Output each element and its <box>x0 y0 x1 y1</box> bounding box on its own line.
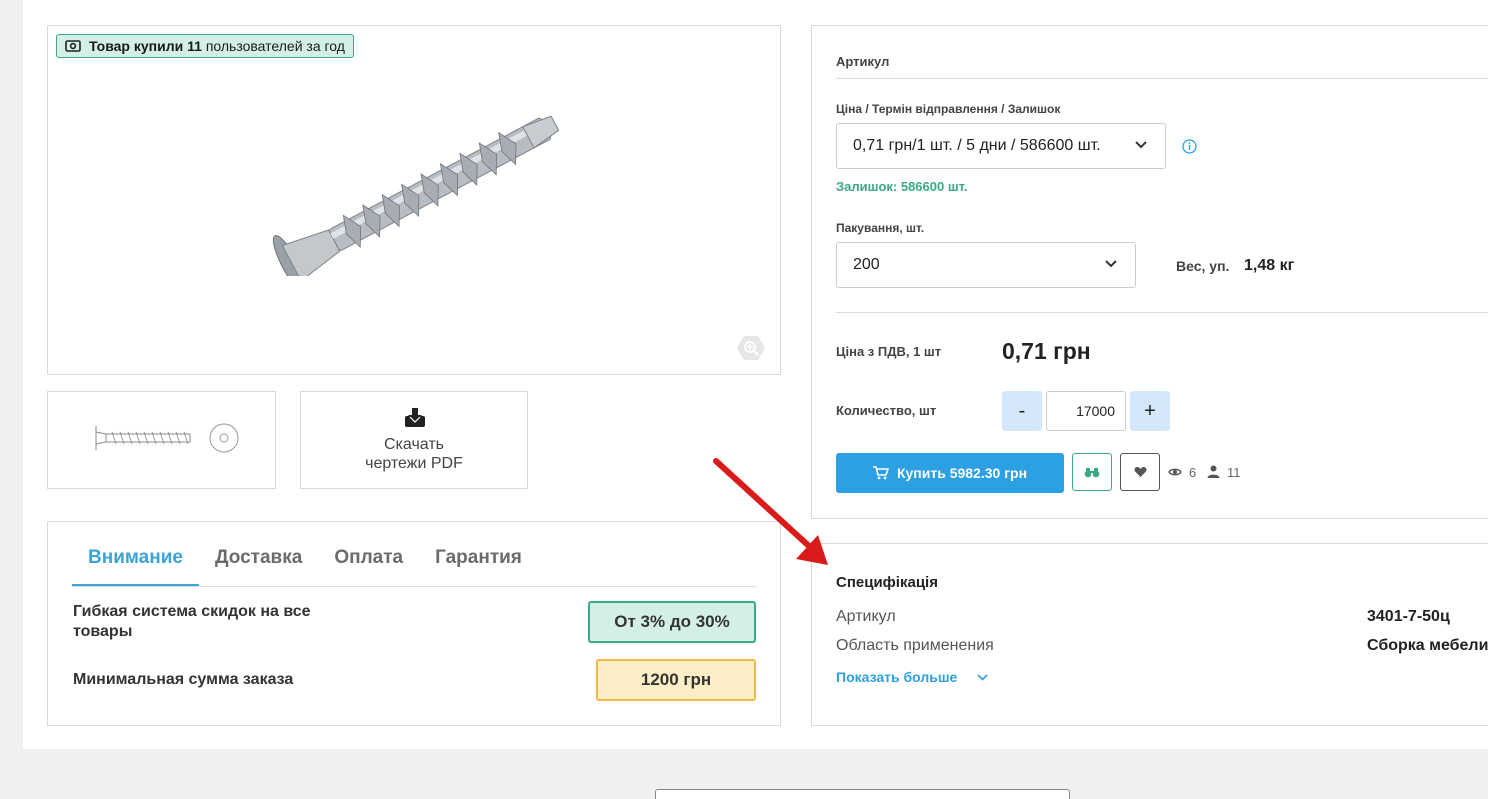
price-select[interactable]: 0,71 грн/1 шт. / 5 дни / 586600 шт. <box>836 123 1166 169</box>
specification-panel: Специфікація Артикул 3401-7-50ц Область … <box>811 543 1488 726</box>
screw-drawing-icon <box>95 423 239 453</box>
chevron-down-icon <box>1105 260 1117 268</box>
quantity-decrease-button[interactable]: - <box>1002 391 1042 431</box>
cart-icon <box>872 466 889 480</box>
article-title: Артикул <box>836 54 890 69</box>
min-order-label: Минимальная сумма заказа <box>73 671 294 688</box>
tab-attention[interactable]: Внимание <box>72 546 199 586</box>
pdf-line-2: чертежи PDF <box>365 455 463 472</box>
chevron-down-icon <box>1135 141 1147 149</box>
buyers-count: 11 <box>1227 465 1241 480</box>
divider <box>836 78 1488 79</box>
purchased-badge: Товар купили 11 пользователей за год <box>56 34 354 58</box>
pack-select[interactable]: 200 <box>836 242 1136 288</box>
min-order-value: 1200 грн <box>596 659 756 701</box>
tab-warranty[interactable]: Гарантия <box>419 546 538 586</box>
footer-box-edge <box>655 789 1070 799</box>
binoculars-icon <box>1084 468 1100 478</box>
weight-label: Вес, уп. <box>1176 258 1230 274</box>
spec-key: Область применения <box>836 637 994 654</box>
product-image-box: Товар купили 11 пользователей за год <box>47 25 781 375</box>
quantity-input[interactable]: 17000 <box>1046 391 1126 431</box>
quantity-increase-button[interactable]: + <box>1130 391 1170 431</box>
badge-prefix: Товар купили <box>89 38 184 54</box>
product-screw-image[interactable] <box>253 116 583 276</box>
info-tabs: Внимание Доставка Оплата Гарантия <box>72 546 756 587</box>
spec-value: Сборка мебели <box>1367 637 1488 654</box>
price-value: 0,71 грн <box>1002 338 1091 364</box>
discount-label: Гибкая система скидок на все товары <box>73 603 311 640</box>
buy-button-label: Купить 5982.30 грн <box>896 465 1028 481</box>
views-count: 6 <box>1189 465 1197 480</box>
purchase-panel: Артикул Ціна / Термін відправлення / Зал… <box>811 25 1488 519</box>
badge-count: 11 <box>187 38 202 54</box>
divider <box>836 312 1488 313</box>
pack-label: Пакування, шт. <box>836 221 925 235</box>
spec-title: Специфікація <box>836 574 938 591</box>
heart-icon <box>1134 467 1146 477</box>
download-icon <box>405 408 425 427</box>
annotation-arrow <box>713 458 828 565</box>
quantity-label: Количество, шт <box>836 403 937 418</box>
favorite-button[interactable] <box>1120 453 1160 491</box>
user-icon <box>1207 465 1220 478</box>
pack-select-value: 200 <box>853 256 880 273</box>
tab-delivery[interactable]: Доставка <box>199 546 318 586</box>
show-more-label: Показать больше <box>836 669 958 685</box>
info-tabs-box: Внимание Доставка Оплата Гарантия Гибкая… <box>47 521 781 726</box>
tab-payment[interactable]: Оплата <box>318 546 419 586</box>
weight-value: 1,48 кг <box>1244 257 1295 274</box>
price-select-label: Ціна / Термін відправлення / Залишок <box>836 102 1061 116</box>
spec-key: Артикул <box>836 608 896 625</box>
badge-suffix: пользователей за год <box>205 38 345 54</box>
zoom-icon[interactable] <box>736 334 766 362</box>
discount-value: От 3% до 30% <box>588 601 756 643</box>
product-page: Товар купили 11 пользователей за год Ска… <box>23 0 1488 749</box>
download-pdf-tile[interactable]: Скачать чертежи PDF <box>300 391 528 489</box>
price-label: Ціна з ПДВ, 1 шт <box>836 344 942 359</box>
pdf-line-1: Скачать <box>384 436 444 453</box>
spec-value: 3401-7-50ц <box>1367 608 1450 625</box>
thumbnail-drawing[interactable] <box>47 391 276 489</box>
money-icon <box>65 40 81 52</box>
compare-button[interactable] <box>1072 453 1112 491</box>
eye-icon <box>1168 468 1182 476</box>
info-icon[interactable] <box>1182 139 1197 154</box>
stock-status: Залишок: 586600 шт. <box>836 179 968 194</box>
buy-button[interactable]: Купить 5982.30 грн <box>836 453 1064 493</box>
show-more-link[interactable]: Показать больше <box>836 669 988 685</box>
chevron-down-icon <box>977 673 988 681</box>
price-select-value: 0,71 грн/1 шт. / 5 дни / 586600 шт. <box>853 137 1101 154</box>
